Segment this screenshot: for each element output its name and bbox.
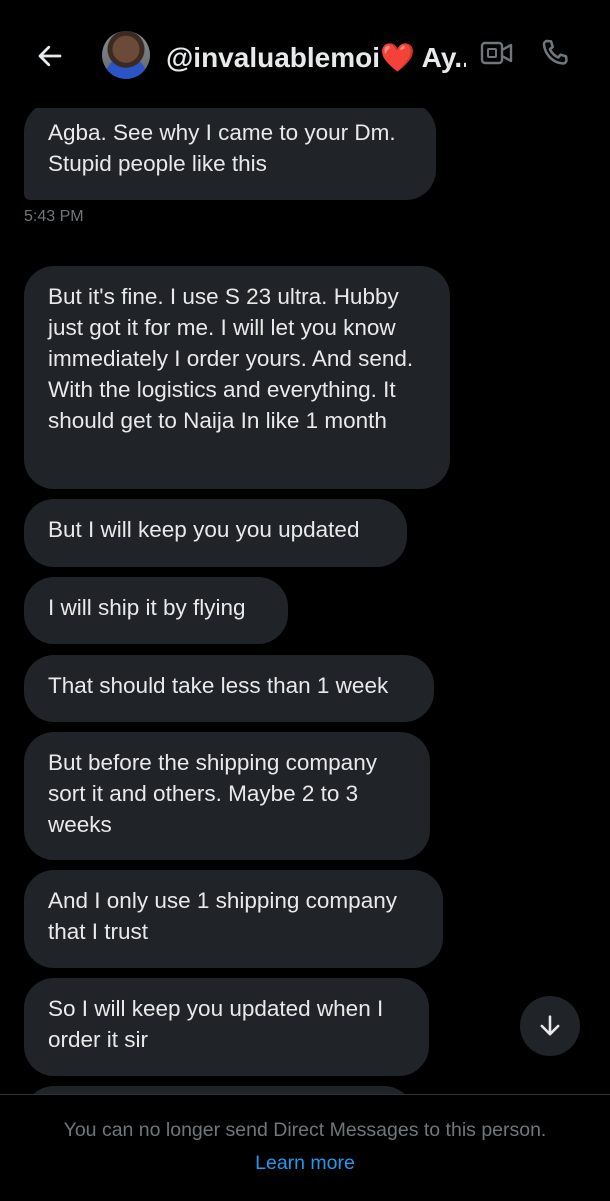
- message-bubble[interactable]: But before the shipping company sort it …: [24, 732, 430, 860]
- back-arrow-icon: [38, 45, 62, 67]
- learn-more-link[interactable]: Learn more: [255, 1152, 355, 1174]
- arrow-down-icon: [540, 1015, 560, 1036]
- video-call-button[interactable]: [480, 38, 516, 70]
- video-camera-icon: [480, 41, 513, 65]
- dm-restricted-footer: You can no longer send Direct Messages t…: [0, 1094, 610, 1201]
- message-bubble[interactable]: But I will keep you you updated: [24, 499, 407, 567]
- message-bubble[interactable]: And I only use 1 shipping company that I…: [24, 870, 443, 968]
- message-bubble[interactable]: So I will keep you updated when I order …: [24, 978, 429, 1076]
- contact-name-truncated: Ay...: [421, 42, 466, 73]
- heart-icon: ❤️: [380, 42, 415, 73]
- back-button[interactable]: [30, 36, 70, 76]
- voice-call-button[interactable]: [538, 36, 574, 72]
- message-bubble-partial[interactable]: [24, 1086, 414, 1094]
- message-list[interactable]: Agba. See why I came to your Dm. Stupid …: [0, 0, 610, 1094]
- phone-icon: [542, 39, 568, 65]
- dm-restricted-notice: You can no longer send Direct Messages t…: [63, 1119, 547, 1141]
- message-bubble[interactable]: Agba. See why I came to your Dm. Stupid …: [24, 102, 436, 200]
- scroll-to-bottom-button[interactable]: [520, 996, 580, 1056]
- message-bubble[interactable]: That should take less than 1 week: [24, 655, 434, 722]
- conversation-header: @invaluablemoi❤️ Ay...: [0, 0, 610, 108]
- message-bubble[interactable]: But it's fine. I use S 23 ultra. Hubby j…: [24, 266, 450, 489]
- avatar[interactable]: [102, 31, 150, 79]
- contact-name[interactable]: @invaluablemoi❤️ Ay...: [166, 38, 466, 78]
- message-timestamp: 5:43 PM: [24, 208, 84, 225]
- contact-handle: @invaluablemoi: [166, 42, 381, 73]
- message-bubble[interactable]: I will ship it by flying: [24, 577, 288, 644]
